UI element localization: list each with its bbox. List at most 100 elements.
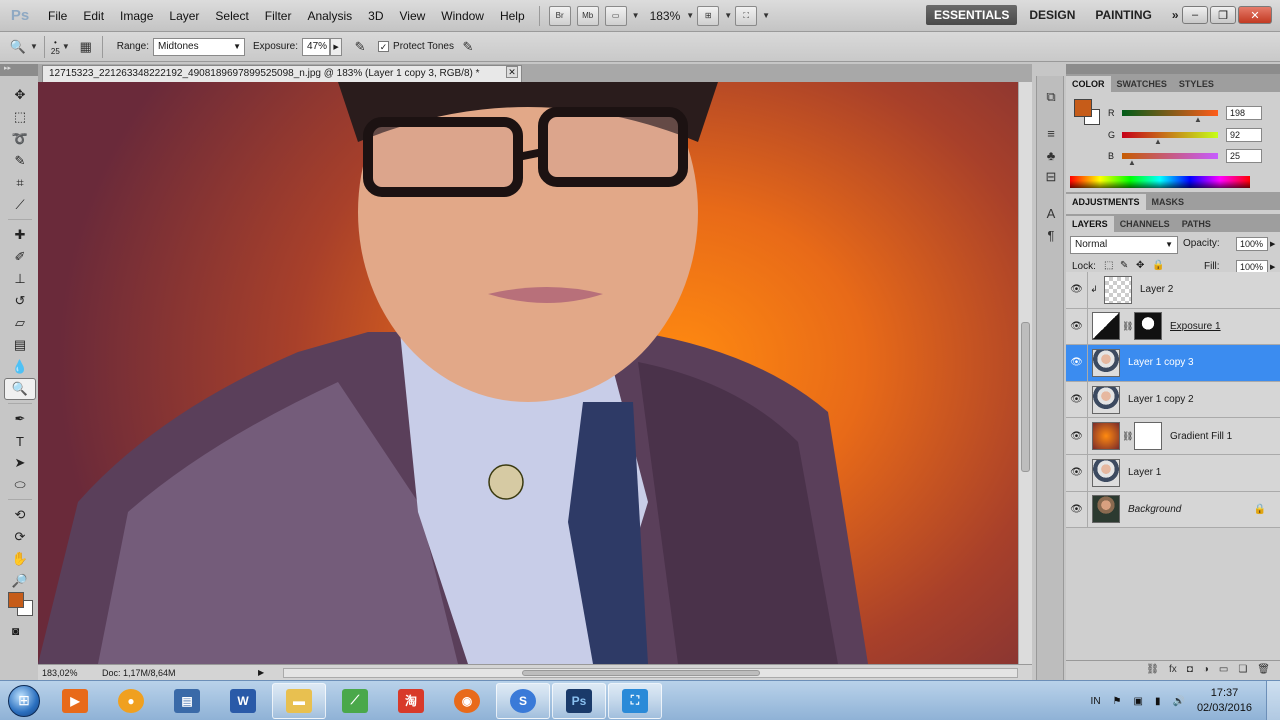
- paragraph-panel-icon[interactable]: ¶: [1037, 224, 1065, 246]
- status-menu-arrow-icon[interactable]: ▶: [258, 668, 264, 677]
- blur-tool-icon[interactable]: 💧: [4, 356, 36, 378]
- tab-paths[interactable]: PATHS: [1176, 216, 1217, 232]
- delete-layer-icon[interactable]: 🗑: [1257, 664, 1270, 675]
- slider-thumb-icon[interactable]: ▲: [1154, 137, 1162, 146]
- slider-thumb-icon[interactable]: ▲: [1128, 158, 1136, 167]
- menu-item-edit[interactable]: Edit: [75, 9, 112, 23]
- 3d-rotate-tool-icon[interactable]: ⟲: [4, 504, 36, 526]
- type-tool-icon[interactable]: T: [4, 430, 36, 452]
- vertical-scrollbar[interactable]: [1018, 82, 1032, 664]
- add-mask-icon[interactable]: ◘: [1187, 664, 1193, 675]
- burn-tool-icon[interactable]: 🔍: [8, 37, 28, 57]
- shape-tool-icon[interactable]: ⬭: [4, 474, 36, 496]
- tab-channels[interactable]: CHANNELS: [1114, 216, 1176, 232]
- brush-preset-picker[interactable]: • 25: [51, 38, 60, 56]
- lock-image-icon[interactable]: ✎: [1120, 260, 1128, 271]
- workspace-essentials[interactable]: ESSENTIALS: [926, 5, 1018, 25]
- visibility-toggle[interactable]: 👁: [1066, 271, 1088, 308]
- taskbar-app-red[interactable]: 淘: [384, 683, 438, 719]
- link-chain-icon[interactable]: ⛓: [1122, 321, 1133, 332]
- quick-selection-tool-icon[interactable]: ✎: [4, 150, 36, 172]
- color-panel-foreground-swatch[interactable]: [1074, 99, 1092, 117]
- crop-tool-icon[interactable]: ⌗: [4, 172, 36, 194]
- lock-all-icon[interactable]: 🔒: [1152, 260, 1164, 271]
- chevron-down-icon[interactable]: ▼: [724, 11, 732, 20]
- layer-row[interactable]: 👁 Background 🔒: [1066, 491, 1280, 529]
- close-document-icon[interactable]: ✕: [506, 66, 518, 78]
- brush-panel-icon[interactable]: ▦: [76, 37, 96, 57]
- layer-mask-thumbnail[interactable]: [1134, 312, 1162, 341]
- taskbar-word[interactable]: W: [216, 683, 270, 719]
- exposure-slider-toggle[interactable]: ▶: [330, 37, 343, 56]
- status-zoom[interactable]: 183,02%: [38, 668, 88, 678]
- document-tab[interactable]: 12715323_221263348222192_490818969789952…: [42, 65, 522, 82]
- hand-tool-icon[interactable]: ✋: [4, 548, 36, 570]
- minimize-button[interactable]: –: [1182, 6, 1208, 24]
- link-chain-icon[interactable]: ⛓: [1122, 431, 1133, 442]
- taskbar-firefox[interactable]: ◉: [440, 683, 494, 719]
- history-brush-tool-icon[interactable]: ↺: [4, 290, 36, 312]
- opacity-input[interactable]: 100%: [1236, 237, 1268, 251]
- brush-presets-panel-icon[interactable]: ≡: [1037, 122, 1065, 144]
- visibility-toggle[interactable]: 👁: [1066, 454, 1088, 491]
- eyedropper-tool-icon[interactable]: ⟋: [4, 194, 36, 216]
- new-adjustment-layer-icon[interactable]: ◑: [1203, 664, 1209, 675]
- tab-styles[interactable]: STYLES: [1173, 76, 1220, 92]
- clone-source-panel-icon[interactable]: ♣: [1037, 144, 1065, 166]
- tab-layers[interactable]: LAYERS: [1066, 216, 1114, 232]
- lasso-tool-icon[interactable]: ➰: [4, 128, 36, 150]
- chevron-down-icon[interactable]: ▼: [686, 11, 694, 20]
- network-icon[interactable]: ▣: [1134, 696, 1143, 707]
- taskbar-photoshop[interactable]: Ps: [552, 682, 606, 719]
- character-panel-icon[interactable]: A: [1037, 202, 1065, 224]
- chevron-down-icon[interactable]: ▼: [30, 42, 38, 51]
- lock-position-icon[interactable]: ✥: [1136, 260, 1144, 271]
- arrange-documents-button[interactable]: ⊞: [697, 5, 720, 26]
- lock-transparent-icon[interactable]: ⬚: [1104, 260, 1113, 271]
- exposure-input[interactable]: 47%: [302, 37, 331, 56]
- workspace-painting[interactable]: PAINTING: [1087, 5, 1159, 25]
- tablet-pressure-icon[interactable]: ✎: [458, 37, 478, 57]
- gradient-tool-icon[interactable]: ▤: [4, 334, 36, 356]
- green-channel-slider[interactable]: ▲: [1122, 132, 1218, 146]
- airbrush-icon[interactable]: ✎: [350, 37, 370, 57]
- close-button[interactable]: ✕: [1238, 6, 1272, 24]
- layer-row-selected[interactable]: 👁 Layer 1 copy 3: [1066, 344, 1280, 382]
- menu-item-filter[interactable]: Filter: [257, 9, 300, 23]
- clock[interactable]: 17:37 02/03/2016: [1197, 686, 1252, 716]
- visibility-toggle[interactable]: 👁: [1066, 308, 1088, 345]
- document-canvas[interactable]: [38, 82, 1018, 664]
- volume-icon[interactable]: 🔊: [1172, 696, 1184, 707]
- range-select[interactable]: Midtones ▼: [153, 37, 245, 56]
- tab-swatches[interactable]: SWATCHES: [1111, 76, 1173, 92]
- taskbar-chrome[interactable]: ●: [104, 683, 158, 719]
- red-channel-slider[interactable]: ▲: [1122, 110, 1218, 124]
- show-desktop-button[interactable]: [1266, 681, 1280, 720]
- chevron-down-icon[interactable]: ▼: [762, 11, 770, 20]
- menu-item-layer[interactable]: Layer: [161, 9, 207, 23]
- blend-mode-select[interactable]: Normal ▼: [1070, 236, 1178, 254]
- protect-tones-checkbox[interactable]: ✓: [378, 41, 390, 52]
- pen-tool-icon[interactable]: ✒: [4, 408, 36, 430]
- visibility-toggle[interactable]: 👁: [1066, 381, 1088, 418]
- color-spectrum-bar[interactable]: [1070, 176, 1250, 188]
- 3d-orbit-tool-icon[interactable]: ⟳: [4, 526, 36, 548]
- menu-item-select[interactable]: Select: [207, 9, 256, 23]
- tab-adjustments[interactable]: ADJUSTMENTS: [1066, 194, 1146, 210]
- tab-color[interactable]: COLOR: [1066, 76, 1111, 92]
- menu-item-file[interactable]: File: [40, 9, 75, 23]
- taskbar-app-green[interactable]: ⟋: [328, 683, 382, 719]
- zoom-level-select[interactable]: 183%: [650, 9, 681, 23]
- vertical-scroll-thumb[interactable]: [1021, 322, 1030, 472]
- menu-item-window[interactable]: Window: [433, 9, 492, 23]
- screen-mode-button[interactable]: ⛶: [735, 5, 758, 26]
- taskbar-explorer[interactable]: ▬: [272, 682, 326, 719]
- clone-stamp-tool-icon[interactable]: ⊥: [4, 268, 36, 290]
- taskbar-computer[interactable]: ▤: [160, 683, 214, 719]
- menu-item-3d[interactable]: 3D: [360, 9, 391, 23]
- healing-brush-tool-icon[interactable]: ✚: [4, 224, 36, 246]
- menu-item-analysis[interactable]: Analysis: [299, 9, 360, 23]
- blue-channel-value[interactable]: 25: [1226, 149, 1262, 163]
- burn-tool-icon[interactable]: 🔍: [4, 378, 36, 400]
- slider-thumb-icon[interactable]: ▲: [1194, 115, 1202, 124]
